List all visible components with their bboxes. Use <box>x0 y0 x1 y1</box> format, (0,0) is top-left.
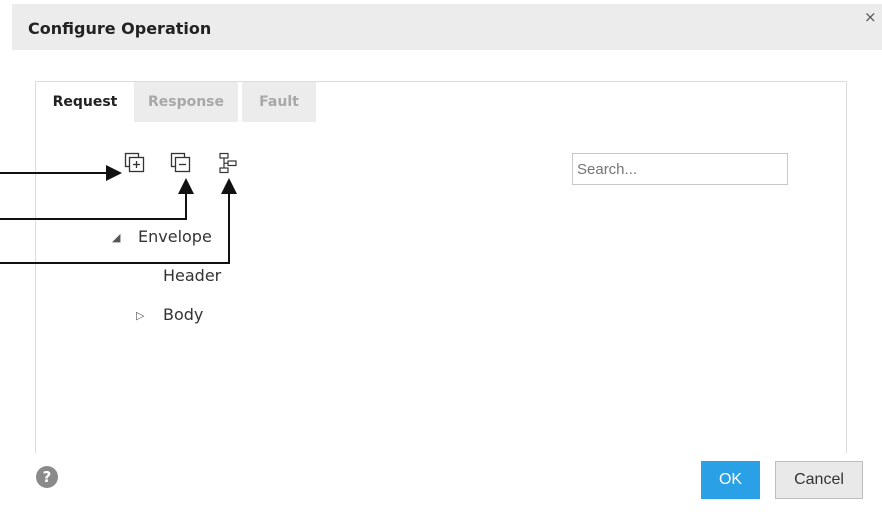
ok-button[interactable]: OK <box>701 461 760 499</box>
arrow-to-collapse-icon <box>0 178 194 220</box>
help-icon[interactable]: ? <box>36 466 58 488</box>
arrow-to-hierarchy-icon <box>0 178 237 264</box>
cancel-button[interactable]: Cancel <box>775 461 863 499</box>
annotation-arrows <box>0 165 237 264</box>
